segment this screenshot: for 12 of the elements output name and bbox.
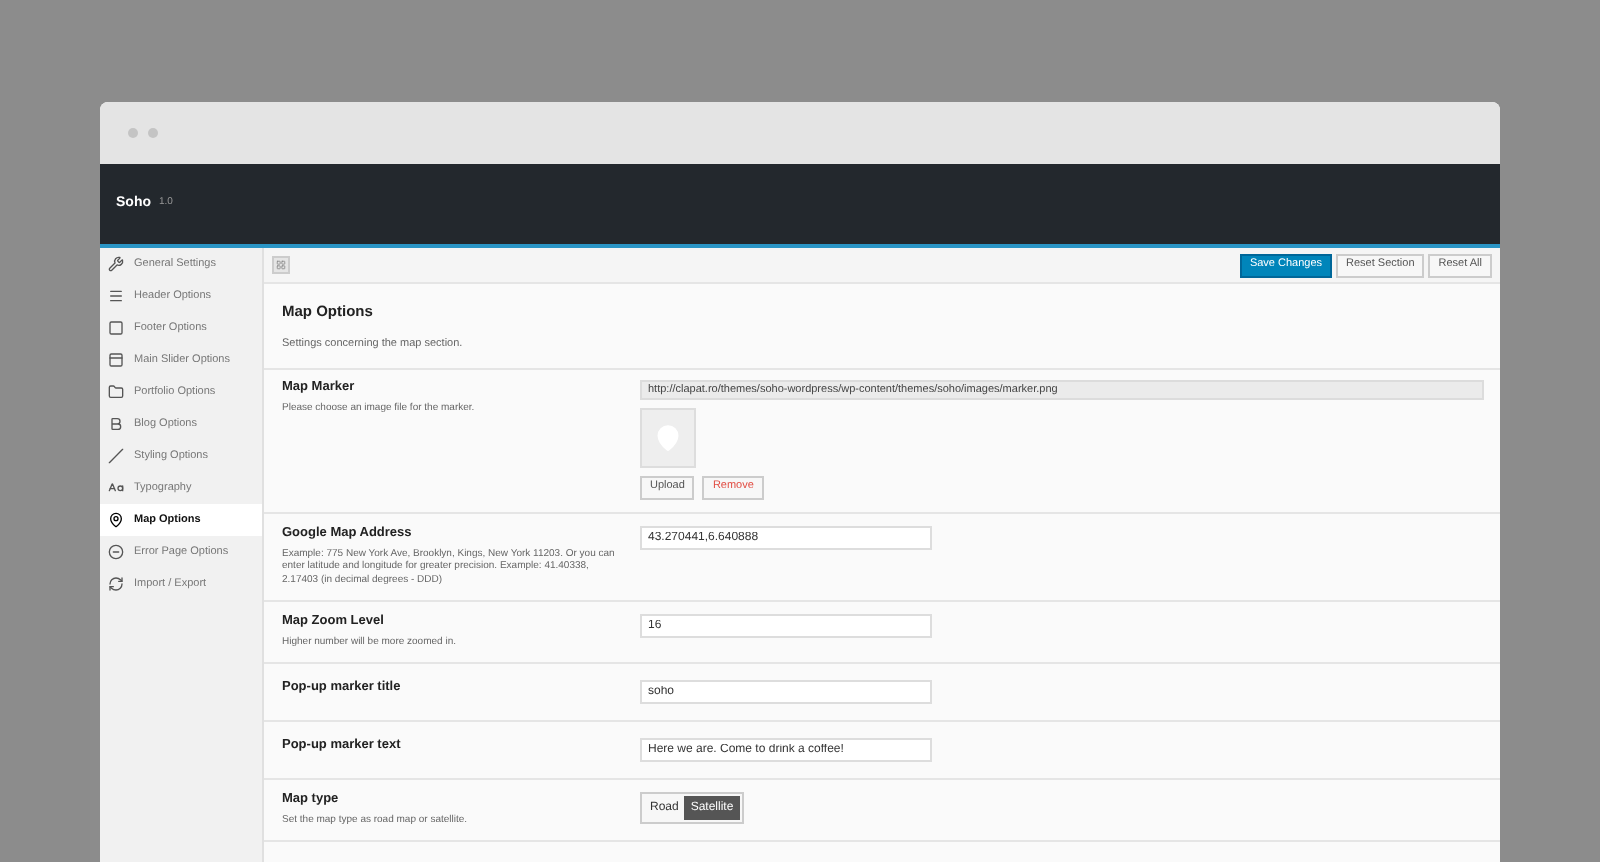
map-pin-icon (108, 512, 124, 528)
bold-letter-icon (108, 416, 124, 432)
square-icon (108, 320, 124, 336)
expand-button[interactable] (272, 256, 290, 274)
refresh-icon (108, 576, 124, 592)
letters-icon (108, 480, 124, 496)
menu-icon (108, 288, 124, 304)
wrench-icon (108, 256, 124, 272)
panel-icon (108, 352, 124, 368)
folder-icon (108, 384, 124, 400)
grid-icon (276, 260, 286, 270)
minus-circle-icon (108, 544, 124, 560)
